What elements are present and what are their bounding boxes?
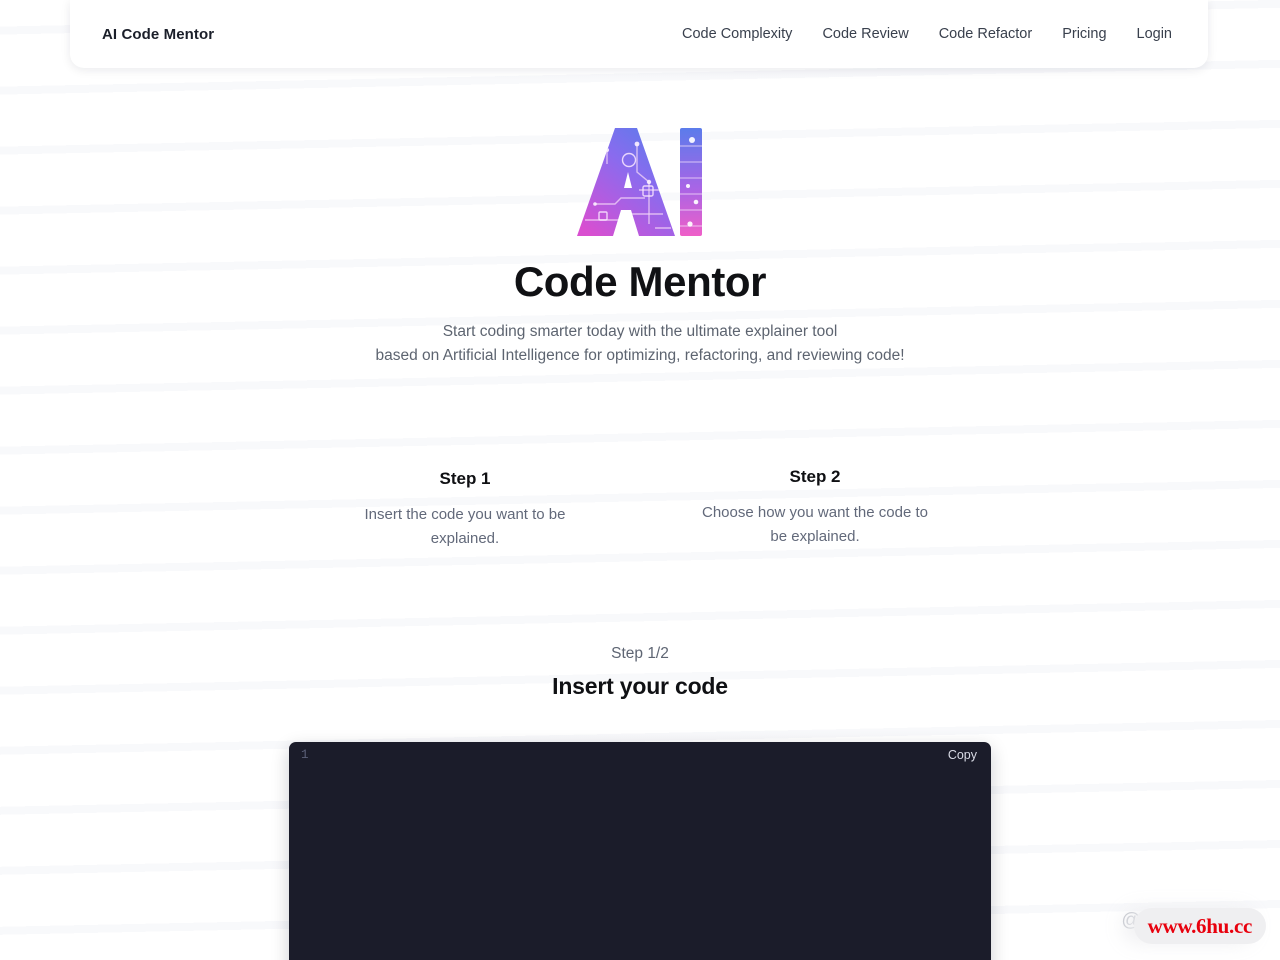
step-2-title: Step 2 — [789, 467, 841, 486]
step-card-1: Step 1 Insert the code you want to be ex… — [290, 455, 640, 551]
watermark-badge: www.6hu.cc — [1133, 908, 1266, 944]
step-counter: Step 1/2 — [611, 645, 669, 662]
hero-subtitle: Start coding smarter today with the ulti… — [0, 320, 1280, 368]
logo-letter-a — [577, 128, 675, 236]
hero-section: Code Mentor Start coding smarter today w… — [0, 120, 1280, 368]
editor-header-section: Step 1/2 Insert your code — [0, 645, 1280, 700]
step-2-description: Choose how you want the code to be expla… — [702, 504, 928, 545]
copy-button[interactable]: Copy — [948, 748, 977, 763]
step-1-title: Step 1 — [439, 469, 491, 488]
step-1-description: Insert the code you want to be explained… — [364, 506, 566, 547]
main-navigation: Code Complexity Code Review Code Refacto… — [682, 26, 1172, 42]
code-editor-panel: 1 Copy — [289, 742, 991, 960]
nav-code-complexity[interactable]: Code Complexity — [682, 26, 792, 42]
page-content: Code Mentor Start coding smarter today w… — [0, 0, 1280, 960]
hero-subtitle-line-2: based on Artificial Intelligence for opt… — [375, 347, 905, 365]
steps-section: Step 1 Insert the code you want to be ex… — [0, 455, 1280, 551]
nav-pricing[interactable]: Pricing — [1062, 26, 1106, 42]
page-title: Code Mentor — [513, 258, 767, 305]
editor-heading: Insert your code — [552, 673, 728, 699]
brand-logo-text[interactable]: AI Code Mentor — [102, 26, 214, 43]
nav-code-review[interactable]: Code Review — [822, 26, 908, 42]
code-editor-toolbar: 1 Copy — [289, 742, 991, 772]
watermark-site-text: www.6hu.cc — [1147, 913, 1253, 938]
site-header: AI Code Mentor Code Complexity Code Revi… — [70, 0, 1208, 68]
code-input[interactable] — [289, 772, 991, 960]
nav-login[interactable]: Login — [1137, 26, 1172, 42]
step-card-2: Step 2 Choose how you want the code to b… — [640, 455, 990, 551]
code-line-number: 1 — [301, 748, 309, 762]
nav-code-refactor[interactable]: Code Refactor — [939, 26, 1033, 42]
ai-circuit-logo-icon — [577, 128, 702, 236]
hero-subtitle-line-1: Start coding smarter today with the ulti… — [442, 323, 838, 341]
ai-logo-container — [0, 120, 1280, 242]
logo-letter-i — [680, 128, 702, 236]
